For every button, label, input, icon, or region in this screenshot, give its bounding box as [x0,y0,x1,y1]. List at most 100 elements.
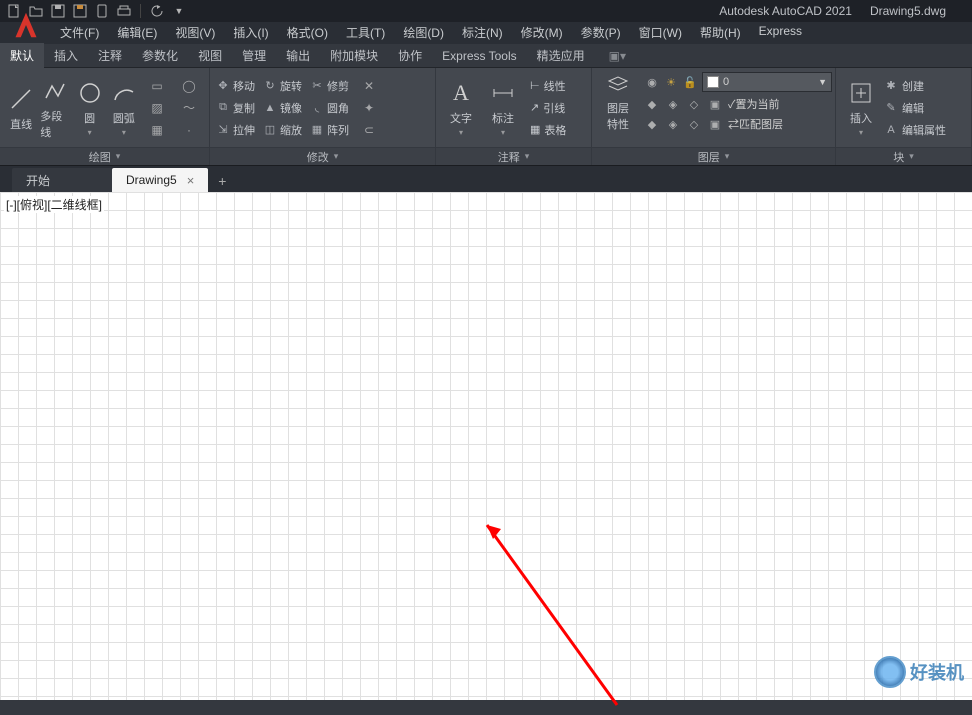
leader-button[interactable]: ↗引线 [530,98,566,118]
scale-button[interactable]: ◫缩放 [263,122,302,138]
tab-param[interactable]: 参数化 [132,43,188,68]
tab-manage[interactable]: 管理 [232,43,276,68]
saveas-icon[interactable] [72,3,88,19]
layer-tool-3-icon[interactable]: ◇ [686,96,702,112]
insert-block-button[interactable]: 插入▾ [842,76,880,140]
menu-window[interactable]: 窗口(W) [631,21,690,44]
menu-format[interactable]: 格式(O) [279,21,336,44]
linear-button[interactable]: ⊢线性 [530,76,566,96]
ellipse-icon[interactable]: ◯ [175,76,203,96]
tab-home[interactable]: 开始 [12,168,112,192]
arc-button[interactable]: 圆弧▾ [109,76,139,140]
table-button[interactable]: ▦表格 [530,120,566,140]
menu-view[interactable]: 视图(V) [167,21,223,44]
tab-annotate[interactable]: 注释 [88,43,132,68]
draw-small-tools: ▭ ◯ ▨ ～ ▦ · [143,76,203,140]
tab-insert[interactable]: 插入 [44,43,88,68]
menu-express[interactable]: Express [751,21,810,44]
menu-bar: 文件(F) 编辑(E) 视图(V) 插入(I) 格式(O) 工具(T) 绘图(D… [0,22,972,44]
layer-freeze-icon[interactable]: ☀ [663,74,679,90]
app-name: Autodesk AutoCAD 2021 [719,4,852,18]
erase-icon[interactable]: ✕ [359,76,379,96]
tab-featured[interactable]: 精选应用 [527,43,595,68]
new-tab-button[interactable]: + [210,170,234,192]
explode-icon[interactable]: ✦ [359,98,379,118]
layer-lock-icon[interactable]: 🔓 [682,74,698,90]
layer-tool-7-icon[interactable]: ◇ [686,116,702,132]
open-file-icon[interactable] [28,3,44,19]
set-current-button[interactable]: ✓置为当前 [728,96,780,112]
hatch-icon[interactable]: ▨ [143,98,171,118]
rotate-button[interactable]: ↻旋转 [263,78,302,94]
tab-output[interactable]: 输出 [276,43,320,68]
tab-etools[interactable]: Express Tools [432,45,526,67]
circle-button[interactable]: 圆▾ [75,76,105,140]
rectangle-icon[interactable]: ▭ [143,76,171,96]
edit-block-button[interactable]: ✎编辑 [884,98,946,118]
panel-block-title[interactable]: 块 [836,147,971,165]
panel-anno-title[interactable]: 注释 [436,147,591,165]
panel-layer-title[interactable]: 图层 [592,147,835,165]
layer-tool-5-icon[interactable]: ◆ [644,116,660,132]
layer-tool-6-icon[interactable]: ◈ [665,116,681,132]
text-button[interactable]: A 文字▾ [442,76,480,140]
ribbon: 直线 多段线 圆▾ 圆弧▾ ▭ ◯ ▨ ～ ▦ · 绘图 [0,68,972,166]
menu-modify[interactable]: 修改(M) [513,21,571,44]
layer-tool-1-icon[interactable]: ◆ [644,96,660,112]
layer-tool-2-icon[interactable]: ◈ [665,96,681,112]
layer-props-button[interactable]: 图层 特性 [598,72,638,132]
drawing-canvas[interactable]: [-][俯视][二维线框] 好装机 [0,192,972,700]
layer-tool-4-icon[interactable]: ▣ [707,96,723,112]
menu-insert[interactable]: 插入(I) [225,21,276,44]
trim-button[interactable]: ✂修剪 [310,78,349,94]
copy-button[interactable]: ⧉复制 [216,100,255,116]
new-file-icon[interactable] [6,3,22,19]
line-button[interactable]: 直线 [6,76,36,140]
panel-selector-icon[interactable]: ▣▾ [599,45,636,67]
offset-icon[interactable]: ⊂ [359,120,379,140]
region-icon[interactable]: ▦ [143,120,171,140]
close-tab-icon[interactable]: × [187,173,195,188]
tab-drawing5[interactable]: Drawing5 × [112,168,208,192]
web-mobile-icon[interactable] [94,3,110,19]
tab-default[interactable]: 默认 [0,43,44,68]
mirror-button[interactable]: ▲镜像 [263,100,302,116]
fillet-button[interactable]: ◟圆角 [310,100,349,116]
edit-attr-button[interactable]: A编辑属性 [884,120,946,140]
stretch-button[interactable]: ⇲拉伸 [216,122,255,138]
create-block-button[interactable]: ✱创建 [884,76,946,96]
ribbon-tabs: 默认 插入 注释 参数化 视图 管理 输出 附加模块 协作 Express To… [0,44,972,68]
tab-view[interactable]: 视图 [188,43,232,68]
point-icon[interactable]: · [175,120,203,140]
menu-param[interactable]: 参数(P) [573,21,629,44]
menu-edit[interactable]: 编辑(E) [109,21,165,44]
move-button[interactable]: ✥移动 [216,78,255,94]
tab-addin[interactable]: 附加模块 [320,43,388,68]
save-icon[interactable] [50,3,66,19]
match-layer-button[interactable]: ⇄匹配图层 [728,116,783,132]
tab-collab[interactable]: 协作 [388,43,432,68]
dim-button[interactable]: 标注▾ [484,76,522,140]
layer-selector[interactable]: 0 ▼ [702,72,832,92]
layer-tool-8-icon[interactable]: ▣ [707,116,723,132]
panel-layer: 图层 特性 ◉ ☀ 🔓 0 ▼ [592,68,836,165]
layer-name: 0 [723,76,729,88]
plot-icon[interactable] [116,3,132,19]
menu-help[interactable]: 帮助(H) [692,21,749,44]
menu-draw[interactable]: 绘图(D) [395,21,452,44]
file-name: Drawing5.dwg [870,4,946,18]
panel-anno: A 文字▾ 标注▾ ⊢线性 ↗引线 ▦表格 注释 [436,68,592,165]
menu-dim[interactable]: 标注(N) [454,21,511,44]
panel-modify-title[interactable]: 修改 [210,147,435,165]
menu-tools[interactable]: 工具(T) [338,21,393,44]
view-label[interactable]: [-][俯视][二维线框] [4,196,104,213]
polyline-button[interactable]: 多段线 [40,76,70,140]
menu-file[interactable]: 文件(F) [52,21,107,44]
qat-dropdown-icon[interactable]: ▼ [171,3,187,19]
watermark-icon [874,656,906,688]
array-button[interactable]: ▦阵列 [310,122,349,138]
panel-draw-title[interactable]: 绘图 [0,147,209,165]
layer-visibility-icon[interactable]: ◉ [644,74,660,90]
spline-icon[interactable]: ～ [175,98,203,118]
undo-icon[interactable] [149,3,165,19]
